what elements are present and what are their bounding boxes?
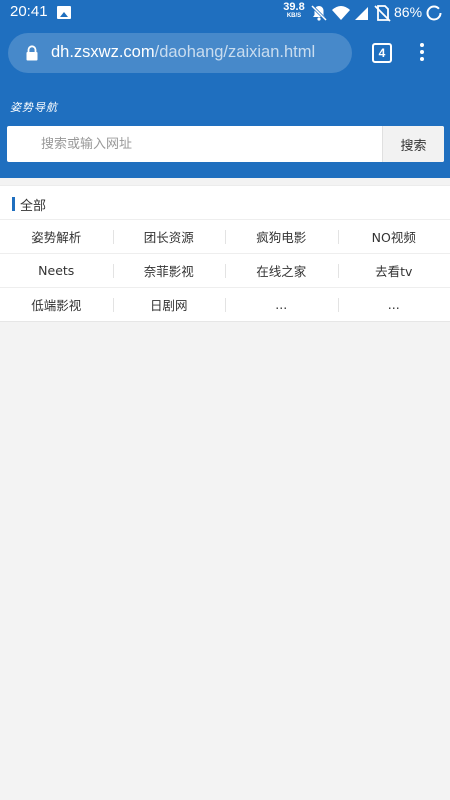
site-link[interactable]: 去看tv — [337, 254, 450, 287]
site-link[interactable]: 奈菲影视 — [112, 254, 226, 287]
wifi-icon — [332, 6, 350, 20]
browser-toolbar: dh.zsxwz.com/daohang/zaixian.html 4 — [0, 26, 450, 82]
site-link[interactable]: 在线之家 — [225, 254, 338, 287]
link-row: 低端影视 日剧网 ... ... — [0, 288, 450, 321]
status-time: 20:41 — [10, 3, 48, 20]
site-link[interactable]: 疯狗电影 — [225, 220, 338, 253]
url-domain: dh.zsxwz.com — [51, 43, 155, 61]
mute-notifications-icon — [310, 4, 328, 22]
site-link[interactable]: ... — [337, 288, 450, 321]
site-link[interactable]: NO视频 — [337, 220, 450, 253]
site-header: 姿势导航 搜索 — [0, 82, 450, 178]
site-link[interactable]: 姿势解析 — [0, 220, 113, 253]
search-button[interactable]: 搜索 — [382, 126, 444, 162]
url-text: dh.zsxwz.com/daohang/zaixian.html — [51, 43, 315, 62]
site-link[interactable]: 日剧网 — [112, 288, 226, 321]
site-link[interactable]: 团长资源 — [112, 220, 226, 253]
no-sim-icon — [374, 5, 391, 22]
image-notification-icon — [57, 6, 71, 19]
battery-level: 86% — [394, 4, 423, 20]
network-speed: 39.8 KB/S — [281, 1, 307, 20]
cell-signal-icon — [355, 7, 368, 20]
search-form: 搜索 — [7, 126, 444, 162]
battery-icon — [426, 5, 442, 21]
category-title: 全部 — [20, 199, 47, 214]
category-panel: 全部 姿势解析 团长资源 疯狗电影 NO视频 Neets 奈菲影视 在线之家 去… — [0, 185, 450, 322]
category-header: 全部 — [0, 186, 450, 220]
address-bar[interactable]: dh.zsxwz.com/daohang/zaixian.html — [8, 33, 352, 73]
network-speed-unit: KB/S — [286, 13, 302, 19]
site-link[interactable]: ... — [225, 288, 338, 321]
category-accent-bar — [12, 197, 15, 211]
search-input[interactable] — [7, 126, 381, 162]
site-link[interactable]: 低端影视 — [0, 288, 113, 321]
link-row: 姿势解析 团长资源 疯狗电影 NO视频 — [0, 220, 450, 254]
site-logo[interactable]: 姿势导航 — [10, 99, 58, 115]
url-path: /daohang/zaixian.html — [154, 43, 316, 61]
site-link[interactable]: Neets — [0, 254, 113, 287]
link-row: Neets 奈菲影视 在线之家 去看tv — [0, 254, 450, 288]
network-speed-value: 39.8 — [283, 1, 305, 13]
tab-switcher-button[interactable]: 4 — [372, 43, 392, 63]
lock-icon — [26, 45, 38, 61]
status-bar: 20:41 39.8 KB/S 86% — [0, 0, 450, 26]
more-options-icon[interactable] — [414, 41, 430, 63]
